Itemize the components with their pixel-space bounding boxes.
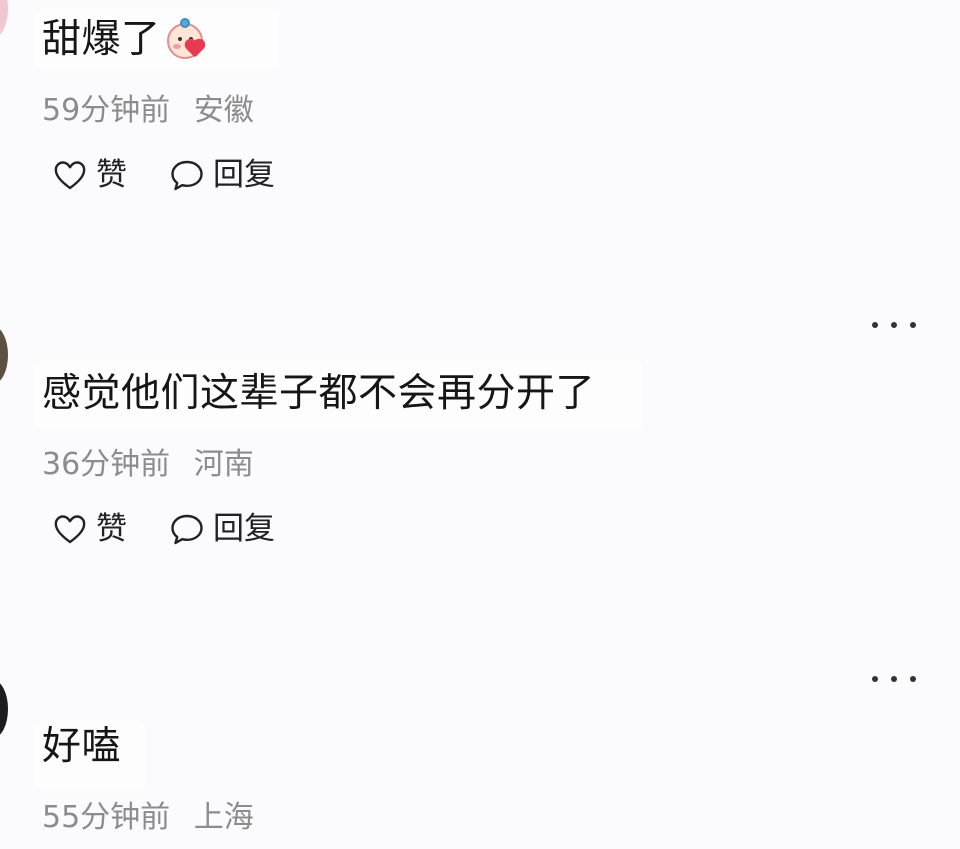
comment-item: 感觉他们这辈子都不会再分开了 36分钟前 河南 赞 回复 (42, 362, 902, 550)
comment-text-row: 感觉他们这辈子都不会再分开了 (42, 362, 902, 426)
comment-item: 好嗑 55分钟前 上海 (42, 715, 902, 839)
more-dots-icon (872, 676, 878, 682)
speech-bubble-outline-icon (171, 514, 203, 545)
comment-time: 36分钟前 (42, 447, 171, 482)
avatar[interactable] (0, 0, 8, 38)
comment-time: 55分钟前 (42, 800, 171, 835)
comment-text-row: 甜爆了 (42, 8, 902, 72)
comment-text: 好嗑 (42, 724, 122, 769)
comment-text-row: 好嗑 (42, 715, 902, 779)
comment-location: 安徽 (193, 93, 254, 128)
more-dots-icon (872, 322, 878, 328)
comment-meta: 55分钟前 上海 (42, 797, 902, 839)
heart-outline-icon (54, 161, 86, 190)
like-label: 赞 (96, 157, 127, 193)
comment-meta: 36分钟前 河南 (42, 444, 902, 486)
avatar[interactable] (0, 326, 8, 384)
reply-label: 回复 (213, 157, 275, 193)
comment-time: 59分钟前 (42, 93, 171, 128)
like-button[interactable]: 赞 (50, 154, 127, 196)
comment-location: 上海 (193, 800, 254, 835)
comment-item: 甜爆了 59分钟前 安徽 赞 回复 (42, 8, 902, 196)
reply-button[interactable]: 回复 (167, 508, 275, 550)
reply-button[interactable]: 回复 (167, 154, 275, 196)
like-button[interactable]: 赞 (50, 508, 127, 550)
comment-feed: 甜爆了 59分钟前 安徽 赞 回复 感觉他们这辈子都不会再分开了 36分钟前 河… (0, 0, 960, 849)
comment-actions: 赞 回复 (42, 154, 902, 196)
comment-meta: 59分钟前 安徽 (42, 90, 902, 132)
comment-location: 河南 (193, 447, 254, 482)
more-dots-icon (910, 322, 916, 328)
avatar[interactable] (0, 680, 8, 738)
comment-actions: 赞 回复 (42, 508, 902, 550)
comment-text: 感觉他们这辈子都不会再分开了 (42, 371, 596, 416)
more-options-button[interactable] (872, 664, 916, 694)
speech-bubble-outline-icon (171, 160, 203, 191)
more-options-button[interactable] (872, 310, 916, 340)
more-dots-icon (891, 322, 897, 328)
like-label: 赞 (96, 511, 127, 547)
blushing-face-with-heart-icon (165, 18, 207, 61)
heart-outline-icon (54, 515, 86, 544)
more-dots-icon (891, 676, 897, 682)
comment-text: 甜爆了 (42, 17, 161, 62)
reply-label: 回复 (213, 511, 275, 547)
more-dots-icon (910, 676, 916, 682)
